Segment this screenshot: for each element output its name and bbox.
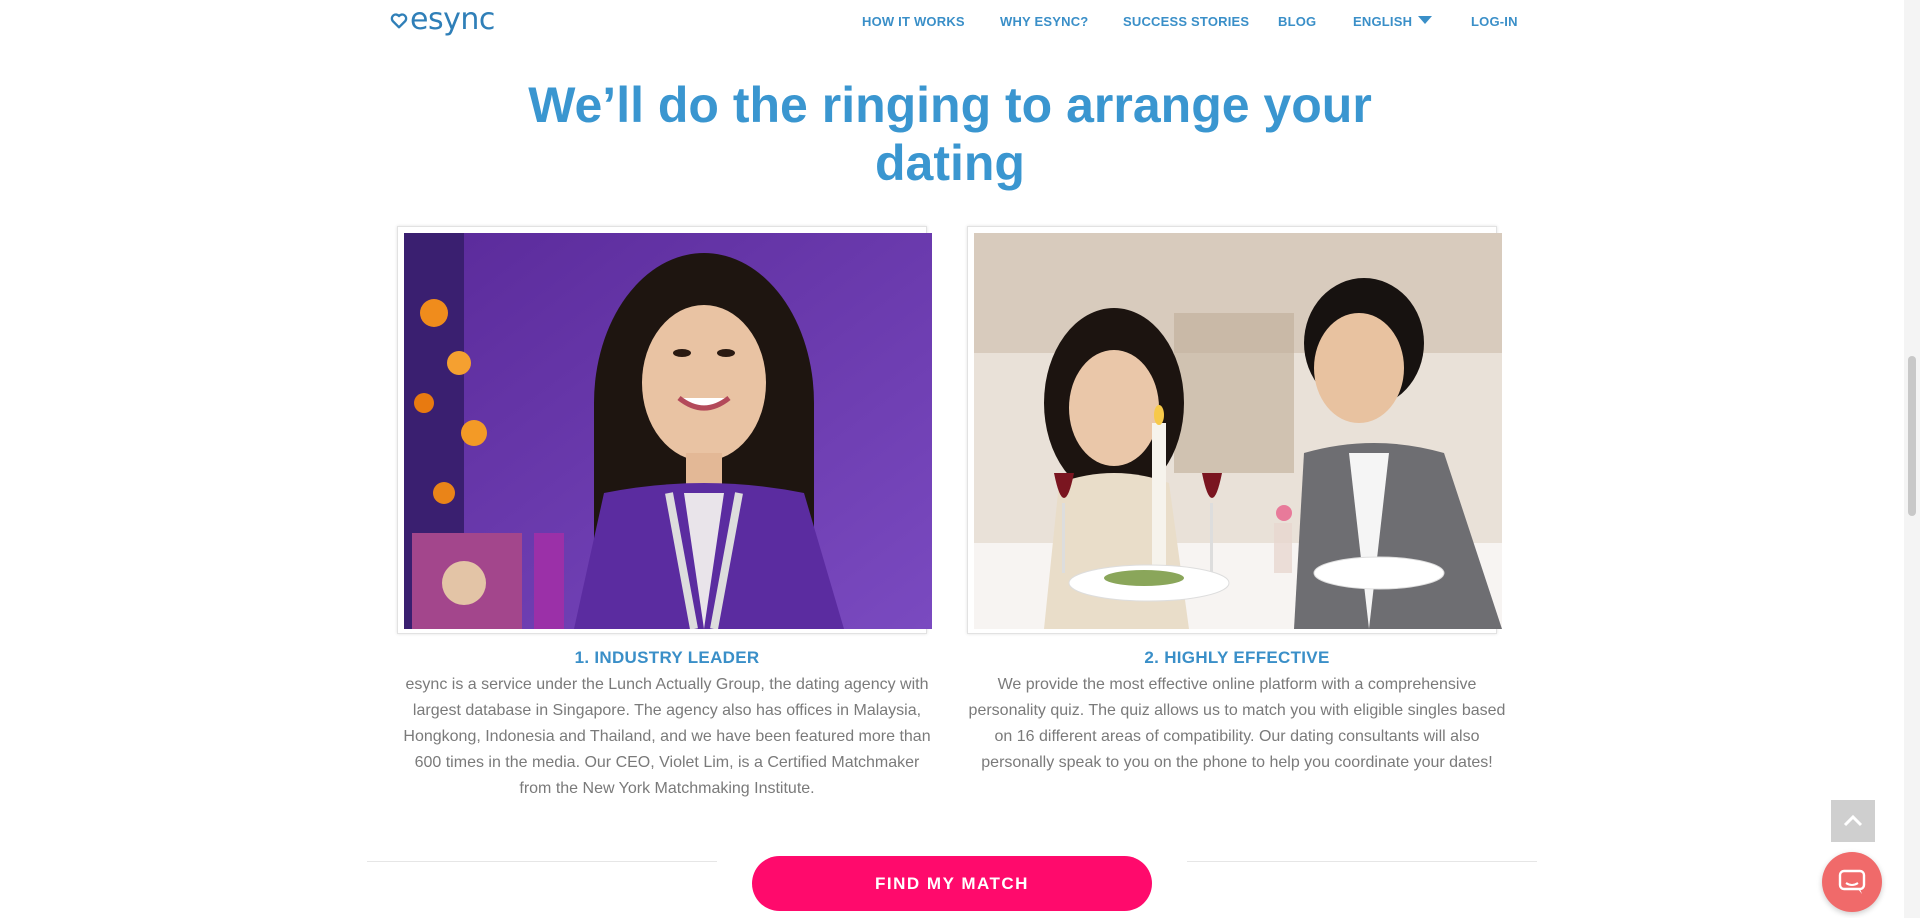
nav-login[interactable]: LOG-IN bbox=[1471, 14, 1518, 29]
divider-right bbox=[1187, 861, 1537, 862]
back-to-top-button[interactable] bbox=[1831, 800, 1875, 842]
chat-icon bbox=[1838, 869, 1866, 894]
ceo-portrait-image bbox=[404, 233, 932, 629]
nav-why-esync[interactable]: WHY ESYNC? bbox=[1000, 14, 1088, 29]
feature-title-2: 2. HIGHLY EFFECTIVE bbox=[1144, 648, 1330, 667]
section-headline: We’ll do the ringing to arrange your dat… bbox=[500, 76, 1400, 192]
nav-blog[interactable]: BLOG bbox=[1278, 14, 1316, 29]
feature-title-1: 1. INDUSTRY LEADER bbox=[574, 648, 760, 667]
nav-language-label: ENGLISH bbox=[1353, 14, 1413, 29]
caret-down-icon bbox=[1418, 16, 1433, 24]
nav-language-dropdown[interactable]: ENGLISH bbox=[1353, 14, 1433, 29]
scrollbar-thumb[interactable] bbox=[1908, 356, 1916, 516]
nav-how-it-works[interactable]: HOW IT WORKS bbox=[862, 14, 965, 29]
feature-description-2: We provide the most effective online pla… bbox=[968, 676, 1506, 771]
feature-description-1: esync is a service under the Lunch Actua… bbox=[403, 676, 931, 797]
headline-line-1: We’ll do the ringing to arrange your bbox=[528, 77, 1372, 133]
page-scrollbar[interactable] bbox=[1904, 0, 1920, 918]
feature-image-card-1 bbox=[397, 226, 932, 634]
headline-line-2: dating bbox=[875, 135, 1025, 191]
chat-launcher-button[interactable] bbox=[1822, 852, 1882, 912]
couple-dining-image bbox=[974, 233, 1502, 629]
divider-left bbox=[367, 861, 717, 862]
feature-image-card-2 bbox=[967, 226, 1502, 634]
find-my-match-button[interactable]: FIND MY MATCH bbox=[752, 856, 1152, 911]
nav-success-stories[interactable]: SUCCESS STORIES bbox=[1123, 14, 1249, 29]
back-to-top-icon bbox=[1843, 815, 1863, 827]
main-nav: HOW IT WORKS WHY ESYNC? SUCCESS STORIES … bbox=[0, 14, 1920, 34]
